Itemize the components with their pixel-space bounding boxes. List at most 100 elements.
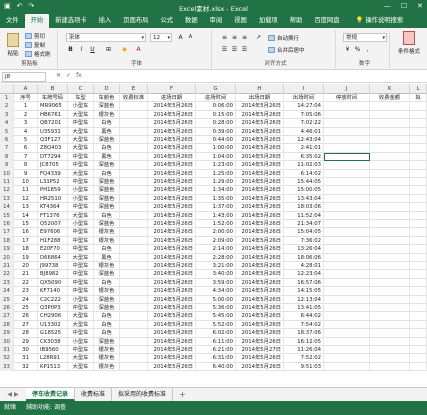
cell-type[interactable]: 中型车	[68, 278, 94, 288]
cell-color[interactable]: 白色	[94, 211, 120, 220]
cell-out-date[interactable]: 2014年5月26日	[236, 329, 284, 338]
cell-fee-std[interactable]	[120, 270, 148, 279]
cell-in-time[interactable]: 1:35:00	[196, 194, 236, 204]
cell-duration[interactable]	[324, 312, 370, 321]
sheet-tab-proposed-fee[interactable]: 拟采用的收费标准	[112, 388, 174, 401]
cell-out-time[interactable]: 11:02:03	[284, 161, 324, 170]
cell-extra[interactable]	[410, 287, 427, 296]
cell-in-date[interactable]: 2014年5月26日	[148, 270, 196, 279]
cell-in-time[interactable]: 2:09:00	[196, 236, 236, 246]
cell-extra[interactable]	[410, 245, 427, 254]
cell-type[interactable]: 大型车	[68, 312, 94, 321]
cell-color[interactable]: 深蓝色	[94, 186, 120, 195]
cell-in-time[interactable]: 0:06:00	[196, 102, 236, 111]
row-number[interactable]: 24	[0, 287, 14, 296]
cell-color[interactable]: 银灰色	[94, 110, 120, 120]
italic-button[interactable]: I	[77, 45, 86, 54]
row-number[interactable]: 19	[0, 245, 14, 254]
cell-fee-std[interactable]	[120, 354, 148, 363]
cell-in-time[interactable]: 5:00:00	[196, 295, 236, 304]
cell-color[interactable]: 银灰色	[94, 354, 120, 363]
cell-fee-std[interactable]	[120, 236, 148, 246]
cell-duration[interactable]	[324, 110, 370, 120]
cell-out-date[interactable]: 2014年5月26日	[236, 161, 284, 170]
cell-fee-std[interactable]	[120, 102, 148, 111]
cell-fee-std[interactable]	[120, 295, 148, 304]
cell-color[interactable]: 深蓝色	[94, 203, 120, 212]
cell-seq[interactable]: 16	[14, 228, 38, 237]
cell-seq[interactable]: 13	[14, 203, 38, 212]
cell-seq[interactable]: 29	[14, 337, 38, 346]
cell-color[interactable]: 银灰色	[94, 362, 120, 372]
header-cell[interactable]: 收费金额	[370, 94, 410, 103]
cell-out-time[interactable]: 6:35:02	[284, 152, 324, 162]
cell-fee-std[interactable]	[120, 161, 148, 170]
row-number[interactable]: 25	[0, 295, 14, 304]
header-cell[interactable]: 序号	[14, 94, 38, 103]
align-center-icon[interactable]: ☰	[230, 45, 239, 54]
cell-out-time[interactable]: 14:27:04	[284, 102, 324, 111]
cell-in-time[interactable]: 0:39:00	[196, 127, 236, 136]
cell-seq[interactable]: 30	[14, 346, 38, 355]
cell-in-date[interactable]: 2014年5月26日	[148, 152, 196, 162]
cell-fee[interactable]	[370, 287, 410, 296]
cell-duration[interactable]	[324, 203, 370, 212]
cell-plate[interactable]: DT7294	[38, 152, 68, 162]
row-number[interactable]: 10	[0, 169, 14, 178]
cell-fee-std[interactable]	[120, 152, 148, 162]
cell-fee-std[interactable]	[120, 329, 148, 338]
cell-extra[interactable]	[410, 354, 427, 363]
shrink-font-button[interactable]: A	[186, 33, 195, 42]
cell-out-time[interactable]: 16:12:05	[284, 337, 324, 346]
cell-seq[interactable]: 23	[14, 287, 38, 296]
cell-out-time[interactable]: 4:28:01	[284, 262, 324, 271]
cell-type[interactable]: 大型车	[68, 144, 94, 153]
cell-extra[interactable]	[410, 110, 427, 120]
cell-seq[interactable]: 1	[14, 102, 38, 111]
cell-in-date[interactable]: 2014年5月26日	[148, 295, 196, 304]
cell-in-time[interactable]: 1:04:00	[196, 152, 236, 162]
cell-in-date[interactable]: 2014年5月26日	[148, 178, 196, 187]
cell-fee-std[interactable]	[120, 178, 148, 187]
cell-out-time[interactable]: 13:43:04	[284, 194, 324, 204]
number-format-select[interactable]: 常规 ▾	[343, 33, 387, 42]
cell-type[interactable]: 小型车	[68, 194, 94, 204]
cell-duration[interactable]	[324, 245, 370, 254]
cell-extra[interactable]	[410, 161, 427, 170]
comma-icon[interactable]: ,	[363, 45, 372, 54]
header-cell[interactable]: 车牌号码	[38, 94, 68, 103]
column-header-h[interactable]: H	[236, 84, 284, 94]
tab-new[interactable]: 新建选项卡	[49, 14, 92, 28]
cell-type[interactable]: 中型车	[68, 203, 94, 212]
cell-seq[interactable]: 5	[14, 136, 38, 145]
cell-fee[interactable]	[370, 169, 410, 178]
row-number[interactable]: 32	[0, 354, 14, 363]
cell-out-date[interactable]: 2014年5月26日	[236, 211, 284, 220]
cell-duration[interactable]	[324, 278, 370, 288]
copy-button[interactable]: 复制	[25, 41, 45, 49]
cell-out-time[interactable]: 4:46:01	[284, 127, 324, 136]
cell-plate[interactable]: E20F70	[38, 245, 68, 254]
cell-color[interactable]: 黑色	[94, 127, 120, 136]
cell-duration[interactable]	[324, 127, 370, 136]
row-number[interactable]: 28	[0, 320, 14, 330]
cell-color[interactable]: 白色	[94, 312, 120, 321]
column-header-e[interactable]: E	[120, 84, 148, 94]
border-icon[interactable]: ⊞	[104, 45, 113, 54]
row-number[interactable]: 20	[0, 253, 14, 262]
cell-fee-std[interactable]	[120, 245, 148, 254]
cell-seq[interactable]: 2	[14, 110, 38, 120]
cell-out-time[interactable]: 16:57:06	[284, 278, 324, 288]
cell-fee[interactable]	[370, 262, 410, 271]
font-name-select[interactable]: 宋体 ▾	[66, 33, 146, 42]
cell-out-time[interactable]: 18:06:06	[284, 253, 324, 262]
cell-fee-std[interactable]	[120, 110, 148, 120]
cell-out-date[interactable]: 2014年5月27日	[236, 346, 284, 355]
cell-out-time[interactable]: 15:44:05	[284, 178, 324, 187]
cell-type[interactable]: 中型车	[68, 329, 94, 338]
cell-fee[interactable]	[370, 102, 410, 111]
cell-seq[interactable]: 18	[14, 245, 38, 254]
cell-in-time[interactable]: 1:34:00	[196, 186, 236, 195]
cell-plate[interactable]: G18525	[38, 329, 68, 338]
cell-extra[interactable]	[410, 236, 427, 246]
